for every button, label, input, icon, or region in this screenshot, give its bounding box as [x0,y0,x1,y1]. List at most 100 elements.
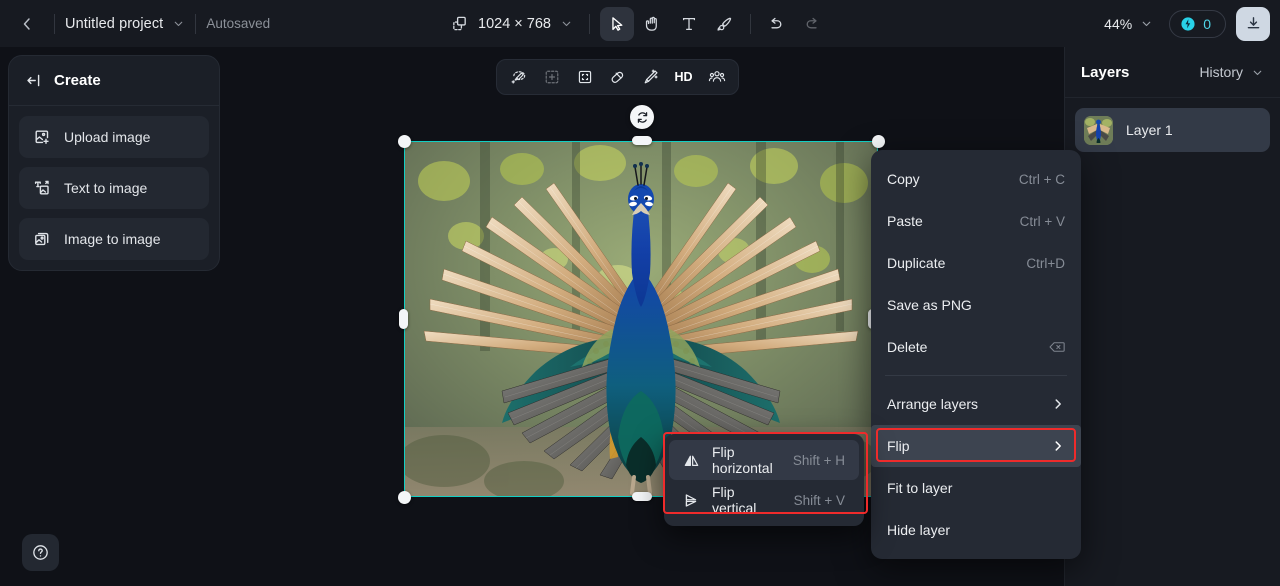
resize-handle-middle-left[interactable] [399,309,408,329]
flip-horizontal-item[interactable]: Flip horizontal Shift + H [669,440,859,480]
expand-image-tool[interactable] [569,63,600,91]
resize-handle-top-center[interactable] [632,136,652,145]
project-menu-chevron-down-icon[interactable] [172,17,185,30]
layers-panel-header: Layers History [1065,47,1280,98]
create-panel: Create Upload image Text to image Image … [8,55,220,271]
credits-value: 0 [1203,15,1211,32]
chevron-right-icon [1051,397,1065,411]
resize-handle-top-right[interactable] [872,135,885,148]
zoom-level-value: 44% [1104,15,1133,32]
hd-text-icon: HD [674,70,693,84]
canvas-size-value: 1024 × 768 [478,15,551,32]
brush-tool[interactable] [708,7,742,41]
hd-upscale-tool[interactable]: HD [668,63,699,91]
flip-vertical-item[interactable]: Flip vertical Shift + V [669,480,859,520]
expand-frame-icon [576,68,594,86]
top-bar: Untitled project Autosaved 1024 × 768 44… [0,0,1280,47]
zoom-control[interactable]: 44% [1096,10,1161,38]
paste-label: Paste [887,213,923,229]
fit-to-layer-label: Fit to layer [887,480,953,496]
layers-panel-title: Layers [1081,63,1130,81]
top-bar-center: 1024 × 768 [451,0,829,47]
canvas-size-chevron-down-icon[interactable] [560,17,573,30]
resize-handle-top-left[interactable] [398,135,411,148]
eraser-icon [609,68,627,86]
arrange-layers-label: Arrange layers [887,396,979,412]
duplicate-label: Duplicate [887,255,946,271]
backspace-key-icon [1048,340,1065,354]
redo-button[interactable] [795,7,829,41]
hand-tool[interactable] [636,7,670,41]
duplicate-shortcut: Ctrl+D [1026,255,1065,271]
context-menu-item-flip[interactable]: Flip [871,425,1081,467]
credits-badge[interactable]: 0 [1169,9,1226,38]
layers-panel: Layers History Layer 1 [1064,47,1280,586]
text-tool[interactable] [672,7,706,41]
magic-wand-icon [642,68,660,86]
save-as-png-label: Save as PNG [887,297,972,313]
magic-select-tool[interactable] [503,63,534,91]
zoom-chevron-down-icon [1140,17,1153,30]
context-menu-separator [885,375,1067,376]
context-menu-item-arrange-layers[interactable]: Arrange layers [871,383,1081,425]
upload-image-button[interactable]: Upload image [19,116,209,158]
add-selection-tool[interactable] [536,63,567,91]
context-menu-item-delete[interactable]: Delete [871,326,1081,368]
download-button[interactable] [1236,6,1270,41]
magic-edit-tool[interactable] [635,63,666,91]
flip-vertical-label: Flip vertical [712,484,757,516]
add-to-selection-icon [543,68,561,86]
rotate-icon [635,110,650,125]
context-menu-item-fit-to-layer[interactable]: Fit to layer [871,467,1081,509]
magic-lasso-icon [510,68,528,86]
history-label: History [1199,64,1243,80]
layer-name: Layer 1 [1126,122,1173,138]
flip-horizontal-icon [683,453,700,468]
chevron-right-icon [1051,439,1065,453]
canvas-floating-toolbar: HD [496,59,739,95]
context-menu-item-save-as-png[interactable]: Save as PNG [871,284,1081,326]
project-title[interactable]: Untitled project [65,16,163,32]
chevron-left-icon [19,16,35,32]
help-question-icon [31,543,50,562]
layers-list: Layer 1 [1065,98,1280,162]
autosaved-label: Autosaved [206,16,271,31]
image-to-image-button[interactable]: Image to image [19,218,209,260]
text-to-image-label: Text to image [64,180,148,196]
resize-handle-bottom-center[interactable] [632,492,652,501]
divider [749,13,751,34]
help-button[interactable] [22,534,59,571]
divider [195,13,197,34]
resize-handle-bottom-left[interactable] [398,491,411,504]
flip-label: Flip [887,438,910,454]
back-button[interactable] [10,7,44,41]
delete-label: Delete [887,339,928,355]
create-panel-body: Upload image Text to image Image to imag… [9,106,219,270]
create-panel-title: Create [54,72,101,89]
hide-layer-label: Hide layer [887,522,951,538]
download-icon [1245,15,1262,32]
context-menu-item-paste[interactable]: Paste Ctrl + V [871,200,1081,242]
history-tab[interactable]: History [1199,64,1264,80]
select-tool[interactable] [599,6,634,41]
undo-button[interactable] [759,7,793,41]
upload-image-label: Upload image [64,129,151,145]
layer-row[interactable]: Layer 1 [1075,108,1270,152]
face-retouch-tool[interactable] [701,63,732,91]
flip-submenu: Flip horizontal Shift + H Flip vertical … [664,434,864,526]
context-menu-item-hide-layer[interactable]: Hide layer [871,509,1081,551]
eraser-tool[interactable] [602,63,633,91]
people-group-icon [708,68,726,86]
divider [54,13,55,34]
collapse-panel-icon[interactable] [25,72,42,89]
context-menu-item-duplicate[interactable]: Duplicate Ctrl+D [871,242,1081,284]
context-menu-item-copy[interactable]: Copy Ctrl + C [871,158,1081,200]
divider [588,13,590,34]
rotate-handle[interactable] [630,105,654,129]
upload-image-icon [33,128,51,146]
canvas-resize-icon[interactable] [451,15,468,32]
flip-horizontal-label: Flip horizontal [712,444,773,476]
credit-coin-icon [1180,16,1196,32]
paste-shortcut: Ctrl + V [1019,213,1065,229]
text-to-image-button[interactable]: Text to image [19,167,209,209]
